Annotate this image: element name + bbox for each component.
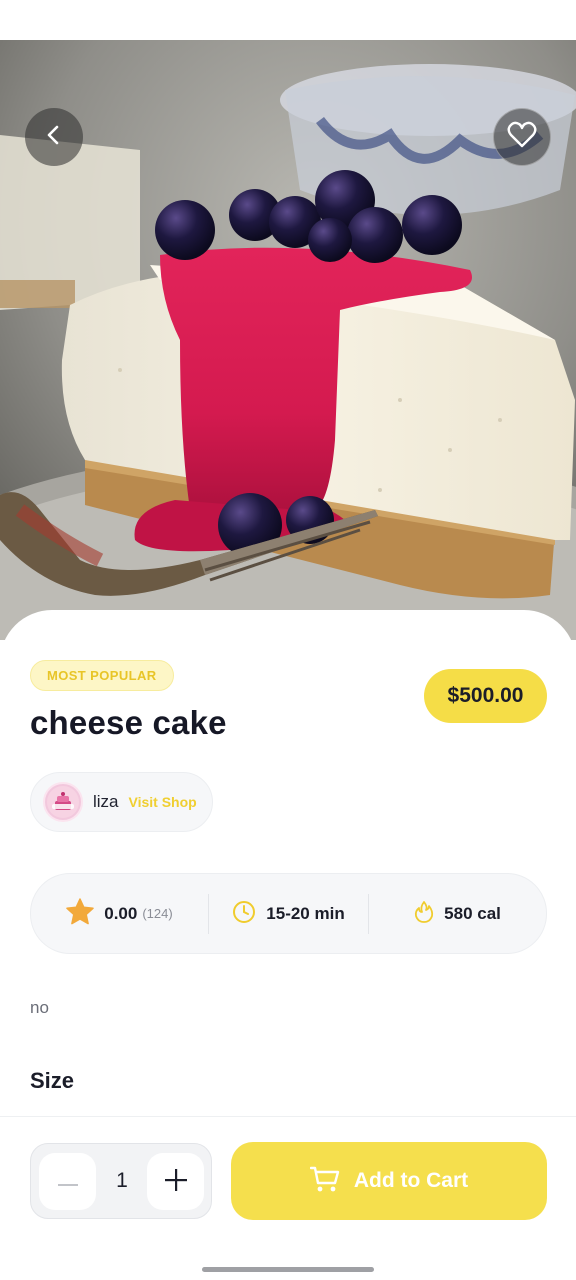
time-stat: 15-20 min xyxy=(209,874,368,953)
calories-value: 580 cal xyxy=(444,903,501,923)
heart-icon xyxy=(507,121,537,153)
size-heading: Size xyxy=(30,1068,75,1093)
cart-icon xyxy=(309,1165,340,1197)
add-to-cart-button[interactable]: Add to Cart xyxy=(231,1142,547,1220)
plus-icon xyxy=(164,1168,187,1195)
cake-shop-logo xyxy=(43,782,83,822)
star-icon xyxy=(66,898,94,929)
stats-bar: 0.00 (124) 15-20 min 580 cal xyxy=(30,873,547,954)
time-value: 15-20 min xyxy=(266,903,345,923)
quantity-stepper: 1 xyxy=(30,1143,212,1219)
minus-icon xyxy=(57,1172,78,1191)
product-title: cheese cake xyxy=(30,704,227,741)
add-to-cart-label: Add to Cart xyxy=(353,1169,469,1192)
shop-chip[interactable]: liza Visit Shop xyxy=(30,772,213,832)
product-image xyxy=(0,40,576,640)
chevron-left-icon xyxy=(43,124,65,150)
decrease-quantity-button[interactable] xyxy=(39,1153,96,1210)
calories-stat: 580 cal xyxy=(369,874,546,953)
increase-quantity-button[interactable] xyxy=(147,1153,204,1210)
status-bar xyxy=(0,0,576,40)
price-tag: $500.00 xyxy=(424,669,547,723)
popular-badge: MOST POPULAR xyxy=(30,660,174,691)
back-button[interactable] xyxy=(25,108,83,166)
clock-icon xyxy=(232,900,256,928)
rating-count: (124) xyxy=(142,906,173,921)
rating-stat: 0.00 (124) xyxy=(31,874,208,953)
favorite-button[interactable] xyxy=(493,108,551,166)
rating-value: 0.00 xyxy=(104,903,138,923)
visit-shop-link[interactable]: Visit Shop xyxy=(129,794,197,810)
product-description: no xyxy=(30,998,49,1017)
flame-icon xyxy=(414,900,434,928)
shop-name: liza xyxy=(93,792,119,811)
home-indicator[interactable] xyxy=(202,1267,374,1272)
